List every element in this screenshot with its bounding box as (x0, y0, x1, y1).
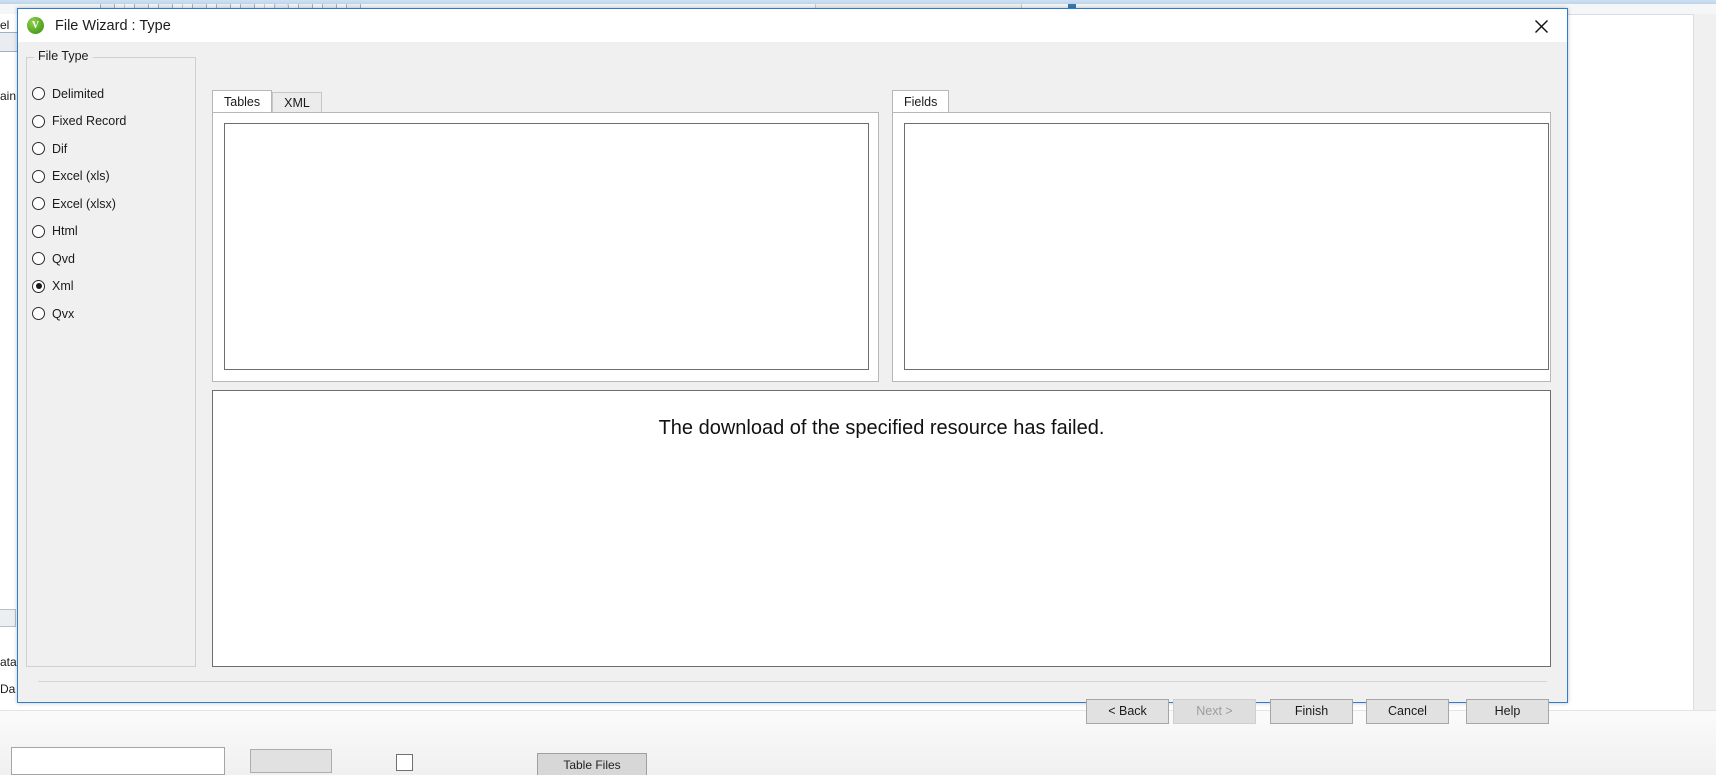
dialog-title: File Wizard : Type (55, 17, 171, 34)
radio-qvx[interactable]: Qvx (32, 300, 182, 328)
radio-label-dif: Dif (52, 141, 68, 156)
finish-button[interactable]: Finish (1270, 699, 1353, 724)
qlikview-logo-icon (27, 17, 44, 34)
radio-label-excel-xlsx: Excel (xlsx) (52, 196, 116, 211)
background-text-fragment-1: el (0, 18, 10, 32)
back-button[interactable]: < Back (1086, 699, 1169, 724)
file-type-legend: File Type (34, 49, 93, 63)
dialog-body: File Type Delimited Fixed Record Dif Exc… (18, 42, 1567, 724)
preview-pane: The download of the specified resource h… (212, 390, 1551, 667)
radio-mark-delimited (32, 87, 45, 101)
tables-tabstrip: Tables XML (212, 90, 322, 112)
background-text-fragment-3: ata (0, 655, 17, 669)
radio-label-html: Html (52, 224, 78, 239)
radio-fixed-record[interactable]: Fixed Record (32, 108, 182, 136)
tab-tables[interactable]: Tables (212, 90, 273, 112)
radio-mark-xml (32, 279, 45, 293)
dialog-footer: < Back Next > Finish Cancel Help (18, 690, 1567, 734)
radio-label-qvx: Qvx (52, 306, 75, 321)
radio-label-delimited: Delimited (52, 86, 105, 101)
footer-divider (38, 681, 1547, 682)
tab-fields[interactable]: Fields (892, 90, 950, 112)
radio-excel-xls[interactable]: Excel (xls) (32, 163, 182, 191)
radio-html[interactable]: Html (32, 218, 182, 246)
background-browse-button[interactable] (250, 749, 332, 773)
tab-xml[interactable]: XML (272, 92, 322, 112)
help-button[interactable]: Help (1466, 699, 1549, 724)
radio-delimited[interactable]: Delimited (32, 80, 182, 108)
radio-qvd[interactable]: Qvd (32, 245, 182, 273)
fields-tabstrip: Fields (892, 90, 950, 112)
radio-label-xml: Xml (52, 279, 74, 294)
tables-listbox[interactable] (224, 123, 869, 370)
background-text-fragment-2: ain (0, 89, 17, 103)
radio-mark-html (32, 224, 45, 238)
preview-error-message: The download of the specified resource h… (658, 417, 1105, 439)
background-table-files-button[interactable]: Table Files (537, 753, 647, 775)
cancel-button[interactable]: Cancel (1366, 699, 1449, 724)
radio-label-qvd: Qvd (52, 251, 75, 266)
radio-mark-excel-xls (32, 169, 45, 183)
radio-mark-qvd (32, 252, 45, 266)
background-right-column (1693, 14, 1716, 761)
background-left-control (0, 609, 16, 627)
radio-mark-dif (32, 142, 45, 156)
screen: el ain ata Da Table Files File Wizard : … (0, 0, 1716, 775)
close-icon[interactable] (1521, 13, 1561, 39)
radio-xml[interactable]: Xml (32, 273, 182, 301)
background-checkbox[interactable] (396, 754, 413, 771)
radio-mark-qvx (32, 307, 45, 321)
fields-listbox[interactable] (904, 123, 1549, 370)
background-text-fragment-4: Da (0, 682, 16, 696)
dialog-titlebar: File Wizard : Type (18, 9, 1567, 42)
file-wizard-dialog: File Wizard : Type File Type Delimited (17, 8, 1568, 724)
radio-excel-xlsx[interactable]: Excel (xlsx) (32, 190, 182, 218)
radio-mark-excel-xlsx (32, 197, 45, 211)
file-type-radio-list: Delimited Fixed Record Dif Excel (xls) E… (32, 80, 182, 328)
radio-label-fixed-record: Fixed Record (52, 114, 127, 129)
background-title-strip (0, 0, 1716, 4)
radio-dif[interactable]: Dif (32, 135, 182, 163)
next-button: Next > (1173, 699, 1256, 724)
radio-label-excel-xls: Excel (xls) (52, 169, 110, 184)
radio-mark-fixed-record (32, 114, 45, 128)
background-path-input[interactable] (11, 747, 225, 775)
